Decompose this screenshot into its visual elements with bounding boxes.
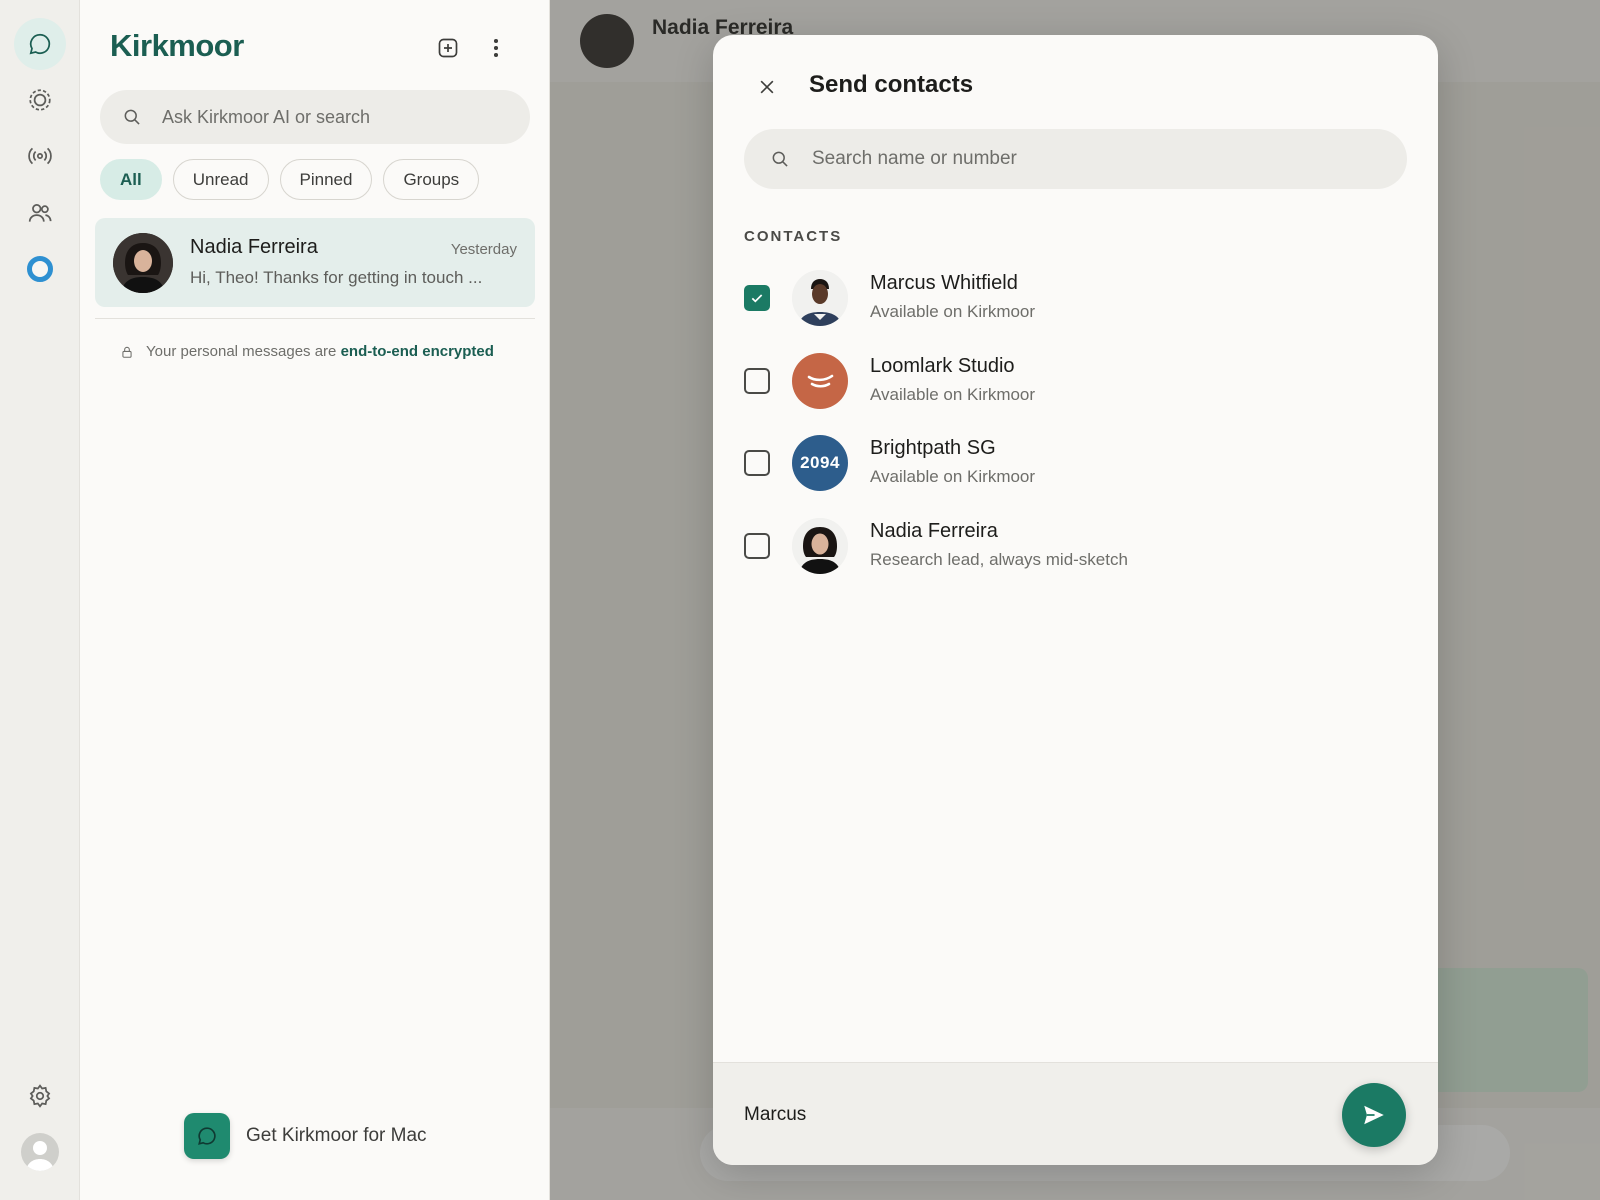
filter-unread[interactable]: Unread <box>172 159 269 200</box>
filter-pinned[interactable]: Pinned <box>279 159 373 200</box>
chat-icon <box>29 33 51 55</box>
chat-list-panel: Kirkmoor Ask Kirkmoor AI or search All U… <box>80 0 550 1200</box>
section-heading: CONTACTS <box>744 228 843 245</box>
navigation-rail <box>0 0 80 1200</box>
send-contacts-dialog: Send contacts Search name or number CONT… <box>713 35 1438 1165</box>
contact-checkbox[interactable] <box>744 285 770 311</box>
contact-checkbox[interactable] <box>744 533 770 559</box>
search-icon <box>124 109 140 125</box>
get-app-link[interactable]: Get Kirkmoor for Mac <box>184 1113 427 1159</box>
close-icon <box>760 80 774 94</box>
search-icon <box>772 151 788 167</box>
chat-search-input[interactable]: Ask Kirkmoor AI or search <box>100 90 530 144</box>
profile-icon <box>26 1141 54 1171</box>
divider <box>95 318 535 319</box>
contact-name: Brightpath SG <box>870 437 996 459</box>
profile-avatar[interactable] <box>21 1133 59 1171</box>
encryption-text: Your personal messages are <box>146 343 337 360</box>
selection-footer: Marcus <box>713 1062 1438 1165</box>
ai-nav-button[interactable] <box>14 243 66 295</box>
check-icon <box>751 294 763 303</box>
settings-nav-button[interactable] <box>14 1070 66 1122</box>
get-app-label: Get Kirkmoor for Mac <box>246 1125 427 1146</box>
send-button[interactable] <box>1342 1083 1406 1147</box>
filter-groups[interactable]: Groups <box>383 159 480 200</box>
contact-subtitle: Research lead, always mid-sketch <box>870 550 1128 569</box>
contact-name: Marcus Whitfield <box>870 272 1018 294</box>
avatar <box>792 353 848 409</box>
contact-subtitle: Available on Kirkmoor <box>870 302 1036 321</box>
close-button[interactable] <box>749 69 785 105</box>
contact-checkbox[interactable] <box>744 450 770 476</box>
contact-name: Nadia Ferreira <box>870 520 998 542</box>
encryption-link[interactable]: end-to-end encrypted <box>341 343 494 360</box>
selected-contacts-summary: Marcus <box>744 1104 807 1125</box>
communities-nav-button[interactable] <box>14 187 66 239</box>
chats-nav-button[interactable] <box>14 18 66 70</box>
avatar <box>792 270 848 326</box>
contact-row-nadia-ferreira[interactable]: Nadia Ferreira Research lead, always mid… <box>744 514 1404 578</box>
channels-nav-button[interactable] <box>14 130 66 182</box>
ai-ring-icon <box>27 256 53 282</box>
chat-name: Nadia Ferreira <box>190 236 318 258</box>
app-title: Kirkmoor <box>110 28 244 63</box>
contact-search-input[interactable]: Search name or number <box>744 129 1407 189</box>
settings-icon <box>29 1084 51 1108</box>
contact-subtitle: Available on Kirkmoor <box>870 385 1036 404</box>
avatar <box>792 518 848 574</box>
contact-name: Loomlark Studio <box>870 355 1015 377</box>
contact-row-brightpath-sg[interactable]: 2094 Brightpath SG Available on Kirkmoor <box>744 431 1404 495</box>
status-nav-button[interactable] <box>14 74 66 126</box>
chat-timestamp: Yesterday <box>450 241 517 258</box>
avatar: 2094 <box>792 435 848 491</box>
filter-chips: All Unread Pinned Groups <box>100 159 480 200</box>
filter-all[interactable]: All <box>100 159 162 200</box>
communities-icon <box>28 204 52 222</box>
chat-list-item[interactable]: Nadia Ferreira Yesterday Hi, Theo! Thank… <box>95 218 535 307</box>
search-placeholder: Ask Kirkmoor AI or search <box>162 106 371 127</box>
loomlark-logo-icon <box>807 374 834 388</box>
lock-icon <box>122 346 132 358</box>
channels-icon <box>28 147 52 165</box>
menu-button[interactable] <box>480 32 512 64</box>
dialog-title: Send contacts <box>809 71 974 98</box>
contact-search-placeholder: Search name or number <box>812 148 1017 169</box>
new-chat-button[interactable] <box>432 32 464 64</box>
contact-row-loomlark-studio[interactable]: Loomlark Studio Available on Kirkmoor <box>744 349 1404 413</box>
avatar <box>113 233 173 293</box>
contact-checkbox[interactable] <box>744 368 770 394</box>
encryption-notice: Your personal messages are end-to-end en… <box>120 343 494 360</box>
send-icon <box>1364 1105 1384 1125</box>
contact-subtitle: Available on Kirkmoor <box>870 467 1036 486</box>
new-chat-icon <box>438 38 458 58</box>
app-logo-icon <box>184 1113 230 1159</box>
more-vertical-icon <box>493 38 499 58</box>
status-icon <box>29 89 51 111</box>
contact-row-marcus-whitfield[interactable]: Marcus Whitfield Available on Kirkmoor <box>744 266 1404 330</box>
chat-preview: Hi, Theo! Thanks for getting in touch ..… <box>190 268 483 287</box>
